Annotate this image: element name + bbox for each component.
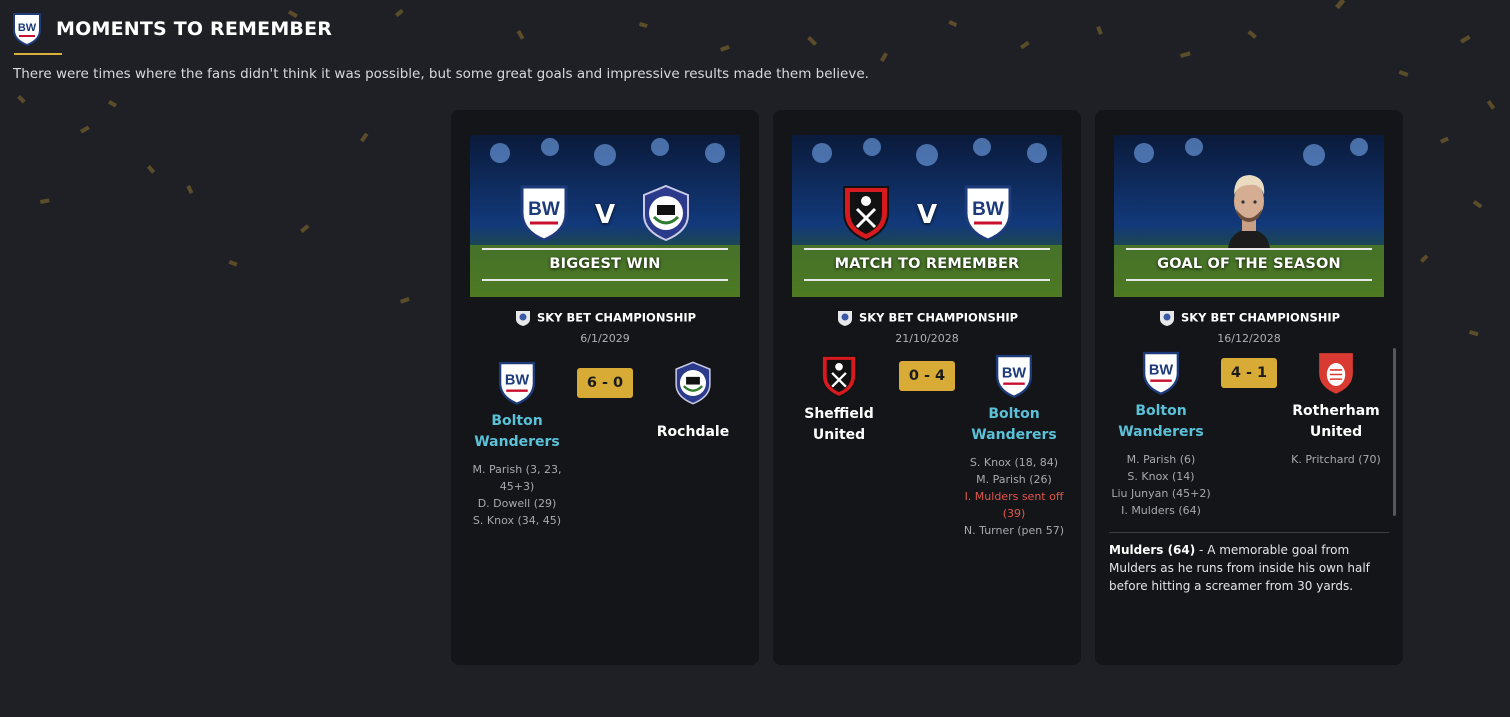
vs-label: V [594,200,616,230]
bolton-crest-icon: BW [498,361,536,405]
team-name[interactable]: Sheffield United [779,404,899,446]
away-team[interactable]: Rochdale [633,360,753,443]
match-date: 6/1/2029 [580,332,630,345]
bolton-crest-icon: BW [13,13,41,46]
rotherham-crest-icon [1319,353,1353,394]
banner-line-bottom [1126,279,1372,281]
scorer: I. Mulders (64) [1121,504,1201,517]
championship-icon [1159,311,1174,326]
match-date: 16/12/2028 [1217,332,1281,345]
scorer: N. Turner (pen 57) [963,524,1065,537]
bolton-crest-icon: BW [964,185,1012,242]
banner-line-top [804,248,1050,250]
banner-line-top [1126,248,1372,250]
scrollbar[interactable] [1393,348,1396,516]
home-team[interactable]: BW Bolton Wanderers M. Parish (6) S. Kno… [1101,350,1221,519]
scorer-list: S. Knox (18, 84) M. Parish (26) I. Mulde… [954,454,1074,539]
scorer: M. Parish (6) [1126,453,1196,466]
team-name[interactable]: Rotherham United [1276,401,1396,443]
bolton-crest-icon: BW [520,185,568,242]
banner-label: BIGGEST WIN [549,256,661,272]
card-goal-of-the-season[interactable]: GOAL OF THE SEASON SKY BET CHAMPIONSHIP … [1095,110,1403,665]
card-banner: BW V BIGGEST WIN [470,135,740,297]
scorer: S. Knox (14) [1127,470,1195,483]
svg-text:BW: BW [18,22,37,34]
page-subtitle: There were times where the fans didn't t… [13,66,869,82]
scorer: Liu Junyan (45+2) [1111,487,1211,500]
score-badge[interactable]: 0 - 4 [899,361,955,391]
match-date: 21/10/2028 [895,332,959,345]
rochdale-crest-icon [643,184,689,242]
svg-text:BW: BW [528,199,560,220]
goal-scorer: Mulders (64) [1109,543,1196,557]
scorer-list: K. Pritchard (70) [1276,451,1396,468]
banner-line-bottom [482,279,728,281]
team-name[interactable]: Bolton Wanderers [954,404,1074,446]
team-name[interactable]: Bolton Wanderers [457,411,577,453]
card-match-to-remember[interactable]: V BW MATCH TO REMEMBER SKY BET CHAMPIONS… [773,110,1081,665]
title-underline [14,53,62,55]
goal-description: Mulders (64) - A memorable goal from Mul… [1109,541,1395,595]
banner-line-top [482,248,728,250]
score-badge[interactable]: 4 - 1 [1221,358,1277,388]
svg-text:BW: BW [505,373,530,389]
page-title: MOMENTS TO REMEMBER [56,18,333,40]
competition-name: SKY BET CHAMPIONSHIP [1180,310,1341,325]
scorer: M. Parish (26) [976,473,1052,486]
svg-text:BW: BW [1002,366,1027,382]
home-team[interactable]: BW Bolton Wanderers M. Parish (3, 23, 45… [457,360,577,529]
red-card-event: I. Mulders sent off (39) [964,490,1064,520]
team-name[interactable]: Rochdale [633,422,753,443]
scorer: K. Pritchard (70) [1291,453,1381,466]
away-team[interactable]: BW Bolton Wanderers S. Knox (18, 84) M. … [954,353,1074,539]
scorer: S. Knox (18, 84) [969,456,1059,469]
card-biggest-win[interactable]: BW V BIGGEST WIN SKY BET CHAMPIONSHIP 6/… [451,110,759,665]
bolton-crest-icon: BW [1142,351,1180,395]
divider [1109,532,1389,533]
scorer-list: M. Parish (6) S. Knox (14) Liu Junyan (4… [1101,451,1221,519]
player-portrait-icon [1228,175,1270,249]
competition-name: SKY BET CHAMPIONSHIP [536,310,697,325]
vs-label: V [916,200,938,230]
scorer: S. Knox (34, 45) [472,514,562,527]
team-name[interactable]: Bolton Wanderers [1101,401,1221,443]
away-team[interactable]: Rotherham United K. Pritchard (70) [1276,350,1396,468]
championship-icon [515,311,530,326]
rochdale-crest-icon [675,361,711,405]
page-header: BW MOMENTS TO REMEMBER [12,12,332,46]
svg-text:BW: BW [1149,363,1174,379]
competition-name: SKY BET CHAMPIONSHIP [858,310,1019,325]
svg-text:BW: BW [972,199,1004,220]
card-banner: GOAL OF THE SEASON [1114,135,1384,297]
championship-icon [837,311,852,326]
competition[interactable]: SKY BET CHAMPIONSHIP [773,309,1081,327]
banner-line-bottom [804,279,1050,281]
scorer-list: M. Parish (3, 23, 45+3) D. Dowell (29) S… [457,461,577,529]
scorer: D. Dowell (29) [477,497,557,510]
banner-label: MATCH TO REMEMBER [834,256,1020,272]
banner-label: GOAL OF THE SEASON [1157,256,1341,272]
sheffield-united-crest-icon [843,186,889,242]
competition[interactable]: SKY BET CHAMPIONSHIP [451,309,759,327]
sheffield-united-crest-icon [821,355,857,398]
competition[interactable]: SKY BET CHAMPIONSHIP [1095,309,1403,327]
bolton-crest-icon: BW [995,354,1033,398]
home-team[interactable]: Sheffield United [779,353,899,446]
scorer: M. Parish (3, 23, 45+3) [472,463,562,493]
score-badge[interactable]: 6 - 0 [577,368,633,398]
card-banner: V BW MATCH TO REMEMBER [792,135,1062,297]
